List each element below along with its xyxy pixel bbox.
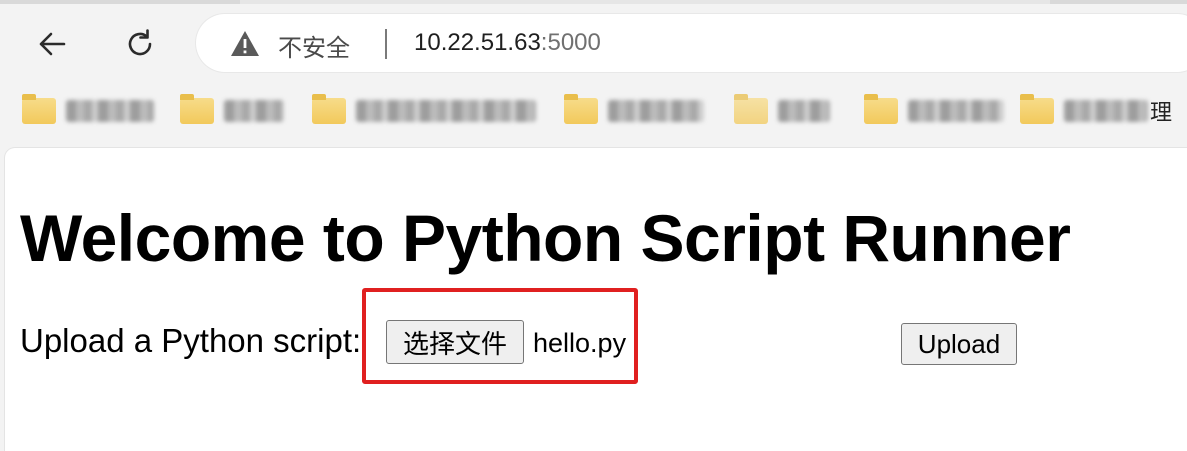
reload-button[interactable] — [118, 22, 162, 66]
bookmark-label-redacted — [1064, 100, 1148, 122]
omnibox-divider — [385, 29, 387, 59]
folder-icon — [864, 94, 898, 124]
address-bar[interactable]: 不安全 10.22.51.63:5000 — [196, 14, 1187, 72]
bookmark-item[interactable]: 理 — [1020, 94, 1172, 128]
bookmark-item[interactable] — [22, 94, 154, 128]
upload-button[interactable]: Upload — [901, 323, 1017, 365]
bookmark-label-redacted — [778, 100, 830, 122]
bookmark-item[interactable] — [564, 94, 704, 128]
bookmark-label-redacted — [224, 100, 284, 122]
bookmark-label-redacted — [66, 100, 154, 122]
upload-label: Upload a Python script: — [20, 322, 362, 359]
folder-icon — [22, 94, 56, 124]
url-text[interactable]: 10.22.51.63:5000 — [414, 29, 601, 57]
page-content: Welcome to Python Script Runner Upload a… — [5, 148, 1187, 451]
arrow-left-icon — [34, 26, 70, 62]
reload-icon — [122, 26, 158, 62]
folder-icon — [180, 94, 214, 124]
page-title: Welcome to Python Script Runner — [20, 201, 1071, 275]
bookmark-item[interactable] — [180, 94, 284, 128]
bookmark-item[interactable] — [734, 94, 830, 128]
folder-icon — [1020, 94, 1054, 124]
browser-toolbar: 不安全 10.22.51.63:5000 — [0, 4, 1187, 80]
warning-triangle-icon[interactable] — [230, 30, 260, 58]
back-button[interactable] — [30, 22, 74, 66]
bookmark-label-redacted — [608, 100, 704, 122]
url-host: 10.22.51.63 — [414, 29, 541, 56]
bookmark-item[interactable] — [312, 94, 536, 128]
bookmark-label-redacted — [356, 100, 536, 122]
annotation-highlight-box — [362, 288, 638, 384]
folder-icon — [564, 94, 598, 124]
bookmark-label-redacted — [908, 100, 1004, 122]
folder-icon — [312, 94, 346, 124]
folder-icon — [734, 94, 768, 124]
bookmarks-bar: 理 — [0, 80, 1187, 144]
bookmark-item[interactable] — [864, 94, 1004, 128]
bookmark-label-tail: 理 — [1150, 101, 1173, 126]
url-port: :5000 — [540, 29, 601, 56]
security-status-text[interactable]: 不安全 — [278, 28, 350, 63]
